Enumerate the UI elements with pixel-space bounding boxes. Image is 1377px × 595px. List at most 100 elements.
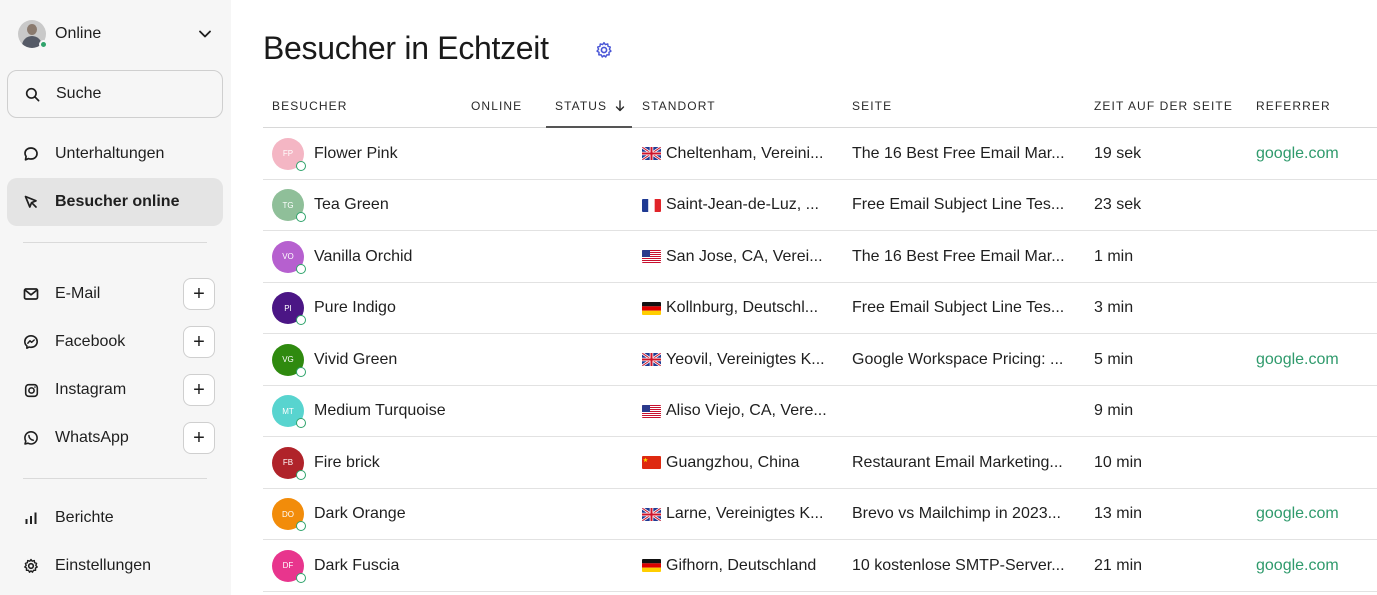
- location-cell: Larne, Vereinigtes K...: [642, 489, 842, 540]
- page-cell: 10 kostenlose SMTP-Server...: [852, 540, 1084, 591]
- sidebar-item-label: E-Mail: [55, 285, 101, 302]
- column-header-time[interactable]: Zeit auf der Seite: [1094, 99, 1233, 113]
- location-cell: Gifhorn, Deutschland: [642, 540, 842, 591]
- sidebar-item-settings[interactable]: Einstellungen: [7, 542, 223, 590]
- flag-us-icon: [642, 250, 661, 263]
- time-text: 9 min: [1094, 402, 1134, 419]
- add-instagram-button[interactable]: +: [183, 374, 215, 406]
- referrer-link[interactable]: google.com: [1256, 505, 1339, 523]
- referrer-cell[interactable]: google.com: [1256, 489, 1376, 540]
- table-row[interactable]: DO Dark Orange Larne, Vereinigtes K... Brev…: [263, 489, 1377, 540]
- search-button[interactable]: Suche: [7, 70, 223, 118]
- sidebar-item-visitors-online[interactable]: Besucher online: [7, 178, 223, 226]
- sidebar-item-label: Berichte: [55, 509, 114, 526]
- table-row[interactable]: FB Fire brick Guangzhou, China Restaurant E…: [263, 437, 1377, 489]
- time-text: 23 sek: [1094, 196, 1142, 213]
- visitor-initials: FB: [282, 458, 294, 467]
- visitor-initials: FP: [282, 149, 294, 158]
- referrer-link[interactable]: google.com: [1256, 145, 1339, 163]
- visitor-name: Pure Indigo: [314, 299, 396, 316]
- table-header: Besucher Online Status Standort Seite Ze…: [263, 84, 1377, 128]
- visitor-initials: DO: [282, 509, 294, 519]
- sidebar-item-label: Instagram: [55, 381, 127, 398]
- referrer-cell[interactable]: [1256, 437, 1376, 488]
- visitor-avatar: TG: [272, 189, 306, 222]
- online-status-dot: [39, 40, 48, 49]
- sidebar-item-reports[interactable]: Berichte: [7, 494, 223, 542]
- sidebar-item-conversations[interactable]: Unterhaltungen: [7, 130, 223, 178]
- location-cell: Saint-Jean-de-Luz, ...: [642, 180, 842, 231]
- visitor-name: Dark Orange: [314, 505, 406, 522]
- online-indicator: [296, 418, 306, 428]
- table-row[interactable]: VO Vanilla Orchid San Jose, CA, Verei... Th…: [263, 231, 1377, 283]
- visitor-name: Vanilla Orchid: [314, 247, 413, 265]
- add-facebook-button[interactable]: +: [183, 326, 215, 358]
- column-header-visitor[interactable]: Besucher: [272, 99, 347, 113]
- page-text: Free Email Subject Line Tes...: [852, 196, 1065, 213]
- table-row[interactable]: VG Vivid Green Yeovil, Vereinigtes K... Goo…: [263, 334, 1377, 386]
- location-cell: Guangzhou, China: [642, 437, 842, 488]
- visitor-name: Dark Fuscia: [314, 556, 400, 574]
- page-cell: Google Workspace Pricing: ...: [852, 334, 1084, 385]
- cursor-arrow-icon: [23, 194, 39, 210]
- visitor-name: Medium Turquoise: [314, 402, 446, 419]
- time-cell: 1 min: [1094, 231, 1244, 282]
- referrer-cell[interactable]: [1256, 386, 1376, 437]
- time-text: 21 min: [1094, 556, 1143, 574]
- column-header-status[interactable]: Status: [555, 99, 625, 115]
- flag-uk-icon: [642, 507, 661, 521]
- whatsapp-icon: [23, 430, 39, 446]
- visitor-avatar: MT: [272, 395, 306, 428]
- location-cell: Aliso Viejo, CA, Vere...: [642, 386, 842, 437]
- visitor-initials: VG: [282, 355, 294, 364]
- referrer-cell[interactable]: [1256, 283, 1376, 334]
- sidebar-item-label: Unterhaltungen: [55, 145, 165, 162]
- visitor-avatar: DO: [272, 498, 306, 531]
- column-header-status-label: Status: [555, 99, 608, 113]
- referrer-link[interactable]: google.com: [1256, 351, 1339, 369]
- location-text: Cheltenham, Vereini...: [666, 144, 824, 162]
- table-row[interactable]: DF Dark Fuscia Gifhorn, Deutschland 10 kost…: [263, 540, 1377, 592]
- sidebar-item-label: WhatsApp: [55, 429, 129, 446]
- table-row[interactable]: TG Tea Green Saint-Jean-de-Luz, ... Free Em…: [263, 180, 1377, 231]
- add-whatsapp-button[interactable]: +: [183, 422, 215, 454]
- column-header-online[interactable]: Online: [471, 99, 522, 113]
- chat-bubble-icon: [23, 146, 39, 162]
- status-label: Online: [55, 25, 102, 42]
- table-row[interactable]: FP Flower Pink Cheltenham, Vereini... The 1…: [263, 128, 1377, 180]
- settings-gear-icon[interactable]: [595, 41, 613, 59]
- online-indicator: [296, 521, 306, 531]
- column-header-page[interactable]: Seite: [852, 99, 892, 113]
- visitor-cell: PI Pure Indigo: [272, 283, 467, 334]
- visitor-cell: DF Dark Fuscia: [272, 540, 467, 591]
- visitor-name: Flower Pink: [314, 144, 398, 162]
- referrer-cell[interactable]: google.com: [1256, 128, 1376, 179]
- column-header-location[interactable]: Standort: [642, 99, 716, 113]
- page-cell: Brevo vs Mailchimp in 2023...: [852, 489, 1084, 540]
- time-text: 13 min: [1094, 505, 1143, 522]
- time-cell: 9 min: [1094, 386, 1244, 437]
- referrer-link[interactable]: google.com: [1256, 557, 1339, 575]
- referrer-cell[interactable]: google.com: [1256, 540, 1376, 591]
- visitor-cell: MT Medium Turquoise: [272, 386, 467, 437]
- status-selector[interactable]: Online: [18, 18, 212, 50]
- column-header-referrer[interactable]: Referrer: [1256, 99, 1331, 113]
- referrer-cell[interactable]: [1256, 180, 1376, 231]
- online-indicator: [296, 263, 306, 274]
- referrer-cell[interactable]: [1256, 231, 1376, 282]
- page-text: Free Email Subject Line Tes...: [852, 299, 1065, 316]
- chevron-down-icon[interactable]: [198, 27, 212, 41]
- location-cell: Yeovil, Vereinigtes K...: [642, 334, 842, 385]
- online-indicator: [296, 469, 306, 480]
- table-row[interactable]: PI Pure Indigo Kollnburg, Deutschl... Free …: [263, 283, 1377, 334]
- plus-icon: +: [193, 427, 205, 449]
- table-row[interactable]: MT Medium Turquoise Aliso Viejo, CA, Vere.…: [263, 386, 1377, 437]
- referrer-cell[interactable]: google.com: [1256, 334, 1376, 385]
- location-text: Larne, Vereinigtes K...: [666, 505, 824, 522]
- add-email-button[interactable]: +: [183, 278, 215, 310]
- flag-fr-icon: [642, 198, 661, 212]
- page-cell: Free Email Subject Line Tes...: [852, 283, 1084, 334]
- visitor-avatar: PI: [272, 292, 306, 325]
- sidebar-item-label: Einstellungen: [55, 557, 152, 574]
- plus-icon: +: [193, 379, 205, 401]
